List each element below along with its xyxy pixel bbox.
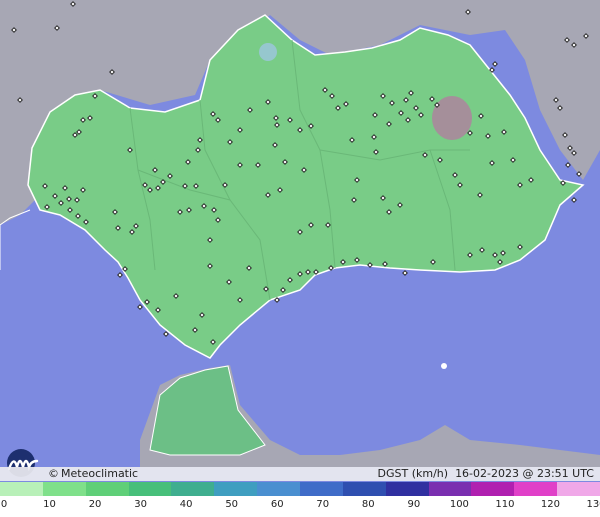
alboran-islet — [441, 363, 447, 369]
colorbar-tick-label: 10 — [43, 499, 56, 510]
wind-gust-map — [0, 0, 600, 467]
colorbar-tick-label: 20 — [88, 499, 102, 510]
colorbar-tick-label: 40 — [179, 499, 193, 510]
colorbar-tick-label: 130 — [586, 499, 600, 510]
colorbar-tick-label: 120 — [540, 499, 560, 510]
colorbar-tick-label: 70 — [316, 499, 330, 510]
colorbar-segment — [300, 482, 344, 496]
colorbar-segment — [471, 482, 516, 496]
colorbar-tick-label: 30 — [134, 499, 147, 510]
station-marker[interactable] — [492, 61, 498, 67]
station-marker[interactable] — [137, 304, 143, 310]
copyright-symbol: © — [48, 467, 59, 480]
station-marker[interactable] — [565, 162, 571, 168]
sierra-high-spot — [259, 43, 277, 61]
ceuta-area — [149, 365, 266, 456]
sierra-nevada-patch — [432, 96, 472, 140]
colorbar-tick-label: 60 — [270, 499, 284, 510]
map-title: DGST (km/h) 16-02-2023 @ 23:51 UTC — [377, 467, 594, 480]
station-marker[interactable] — [402, 270, 408, 276]
colorbar-tick-label: 50 — [225, 499, 239, 510]
station-marker[interactable] — [117, 272, 123, 278]
colorbar-segment — [428, 482, 473, 496]
station-marker[interactable] — [163, 331, 169, 337]
brand-label: © Meteoclimatic — [48, 467, 138, 481]
info-bar: © Meteoclimatic DGST (km/h) 16-02-2023 @ … — [0, 467, 600, 481]
legend-ticks: 0 10 20 30 40 50 60 70 80 90 100 110 120 130 — [0, 496, 600, 517]
colorbar-segment — [342, 482, 387, 496]
colorbar-segment — [85, 482, 130, 496]
colorbar-segment — [214, 482, 259, 496]
station-marker[interactable] — [571, 197, 577, 203]
colorbar-segment — [128, 482, 173, 496]
brand-name: Meteoclimatic — [61, 467, 139, 480]
colorbar-segment — [557, 482, 600, 496]
colorbar-segment — [514, 482, 559, 496]
colorbar-tick-label: 100 — [449, 499, 469, 510]
colorbar-segment — [0, 482, 44, 496]
colorbar-segment — [257, 482, 301, 496]
colorbar-tick-label: 0 — [0, 499, 8, 510]
legend-colorbar — [0, 482, 600, 496]
colorbar-segment — [171, 482, 216, 496]
colorbar-tick-label: 80 — [361, 499, 375, 510]
colorbar-segment — [42, 482, 87, 496]
colorbar-tick-label: 110 — [495, 499, 515, 510]
colorbar-segment — [385, 482, 430, 496]
colorbar-tick-label: 90 — [407, 499, 421, 510]
